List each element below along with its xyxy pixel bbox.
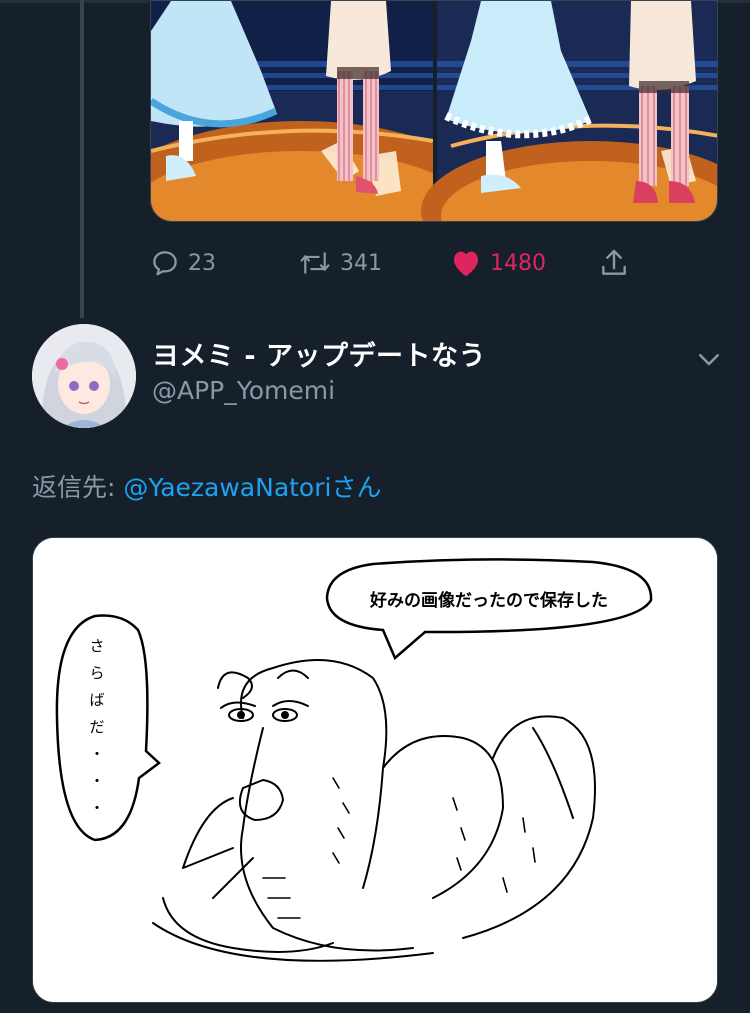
user-handle[interactable]: @APP_Yomemi — [152, 376, 335, 405]
replying-to-prefix: 返信先: — [32, 473, 124, 502]
speech-bubble-left-char-2: ら — [89, 664, 104, 682]
heart-icon — [454, 251, 478, 277]
speech-bubble-left-char-6: ・ — [89, 772, 104, 790]
reply-count: 23 — [188, 250, 216, 276]
media-photo-right[interactable] — [421, 1, 718, 222]
speech-bubble-left-char-3: ば — [89, 691, 104, 709]
reply-button[interactable]: 23 — [150, 240, 216, 286]
share-icon — [602, 249, 626, 275]
tweet-media-grid[interactable] — [150, 0, 718, 222]
like-count: 1480 — [490, 250, 546, 276]
chevron-down-icon[interactable] — [694, 344, 724, 374]
display-name[interactable]: ヨメミ - アップデートなう — [152, 334, 486, 373]
tweet-image[interactable]: 好みの画像だったので保存した さ ら ば だ ・ ・ ・ — [32, 537, 718, 1003]
speech-bubble-left-char-4: だ — [89, 718, 104, 736]
speech-bubble-left-char-1: さ — [89, 637, 104, 655]
speech-bubble-right-text: 好みの画像だったので保存した — [369, 590, 608, 611]
retweet-button[interactable]: 341 — [298, 240, 382, 286]
avatar[interactable] — [32, 324, 136, 428]
avatar-image — [32, 324, 136, 428]
replying-to: 返信先: @YaezawaNatoriさん — [32, 468, 381, 504]
retweet-count: 341 — [340, 250, 382, 276]
mention-link[interactable]: @YaezawaNatori — [123, 473, 331, 502]
thread-connector-line — [80, 0, 84, 318]
reply-icon — [153, 251, 177, 276]
speech-bubble-left-char-5: ・ — [89, 745, 104, 763]
like-button[interactable]: 1480 — [450, 240, 546, 286]
retweet-icon — [300, 252, 330, 274]
tweet-action-bar: 23 341 1480 — [150, 240, 718, 286]
share-button[interactable] — [598, 240, 630, 286]
mention-suffix: さん — [331, 473, 382, 502]
speech-bubble-left-char-7: ・ — [89, 799, 104, 817]
